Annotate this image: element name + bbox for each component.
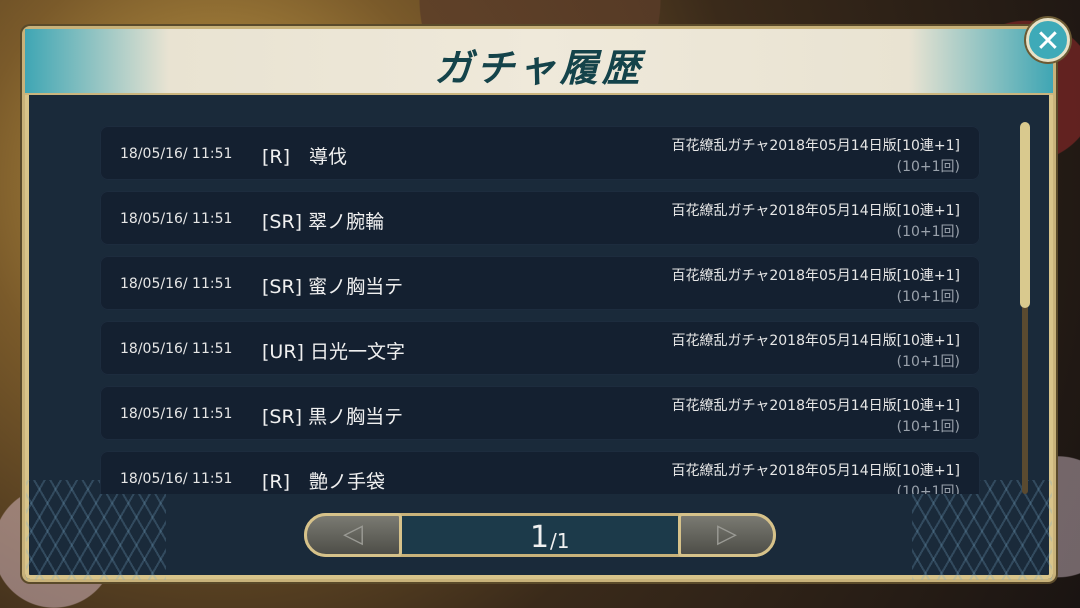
bottom-left-pattern	[26, 480, 166, 580]
list-item: 18/05/16/ 11:51 [SR] 翠ノ腕輪 百花繚乱ガチャ2018年05…	[100, 191, 980, 245]
history-item: [UR] 日光一文字	[262, 341, 405, 363]
history-date: 18/05/16/ 11:51	[120, 406, 233, 422]
history-gacha-name: 百花繚乱ガチャ2018年05月14日版[10連+1]	[671, 333, 961, 349]
history-gacha-name: 百花繚乱ガチャ2018年05月14日版[10連+1]	[671, 138, 961, 154]
history-pull-count: (10+1回)	[896, 224, 960, 240]
history-item: [SR] 翠ノ腕輪	[262, 211, 385, 233]
history-pull-count: (10+1回)	[896, 419, 960, 435]
chevron-right-icon: ▷	[717, 519, 737, 549]
current-page: 1	[530, 520, 550, 555]
close-icon: ✕	[1035, 24, 1061, 59]
history-gacha-name: 百花繚乱ガチャ2018年05月14日版[10連+1]	[671, 203, 961, 219]
history-pull-count: (10+1回)	[896, 484, 960, 494]
history-date: 18/05/16/ 11:51	[120, 211, 233, 227]
history-date: 18/05/16/ 11:51	[120, 146, 233, 162]
close-button[interactable]: ✕	[1026, 18, 1070, 62]
prev-page-button[interactable]: ◁	[304, 513, 402, 557]
list-item: 18/05/16/ 11:51 [SR] 黒ノ胸当テ 百花繚乱ガチャ2018年0…	[100, 386, 980, 440]
list-item: 18/05/16/ 11:51 [R] 導伐 百花繚乱ガチャ2018年05月14…	[100, 126, 980, 180]
bottom-right-pattern	[912, 480, 1052, 580]
history-gacha-name: 百花繚乱ガチャ2018年05月14日版[10連+1]	[671, 463, 961, 479]
history-pull-count: (10+1回)	[896, 354, 960, 370]
total-pages: /1	[550, 529, 570, 553]
list-item: 18/05/16/ 11:51 [R] 艶ノ手袋 百花繚乱ガチャ2018年05月…	[100, 451, 980, 494]
history-date: 18/05/16/ 11:51	[120, 471, 233, 487]
next-page-button[interactable]: ▷	[678, 513, 776, 557]
dialog-title: ガチャ履歴	[434, 45, 644, 90]
history-date: 18/05/16/ 11:51	[120, 276, 233, 292]
history-item: [R] 艶ノ手袋	[262, 471, 386, 493]
history-item: [R] 導伐	[262, 146, 348, 168]
scrollbar-thumb[interactable]	[1020, 122, 1030, 308]
list-item: 18/05/16/ 11:51 [SR] 蜜ノ胸当テ 百花繚乱ガチャ2018年0…	[100, 256, 980, 310]
history-pull-count: (10+1回)	[896, 289, 960, 305]
history-gacha-name: 百花繚乱ガチャ2018年05月14日版[10連+1]	[671, 398, 961, 414]
history-item: [SR] 蜜ノ胸当テ	[262, 276, 404, 298]
dialog-header: ガチャ履歴	[25, 29, 1053, 95]
history-gacha-name: 百花繚乱ガチャ2018年05月14日版[10連+1]	[671, 268, 961, 284]
history-list[interactable]: 18/05/16/ 11:51 [R] 導伐 百花繚乱ガチャ2018年05月14…	[100, 126, 980, 494]
history-date: 18/05/16/ 11:51	[120, 341, 233, 357]
chevron-left-icon: ◁	[343, 519, 363, 549]
history-item: [SR] 黒ノ胸当テ	[262, 406, 404, 428]
history-pull-count: (10+1回)	[896, 159, 960, 175]
list-item: 18/05/16/ 11:51 [UR] 日光一文字 百花繚乱ガチャ2018年0…	[100, 321, 980, 375]
